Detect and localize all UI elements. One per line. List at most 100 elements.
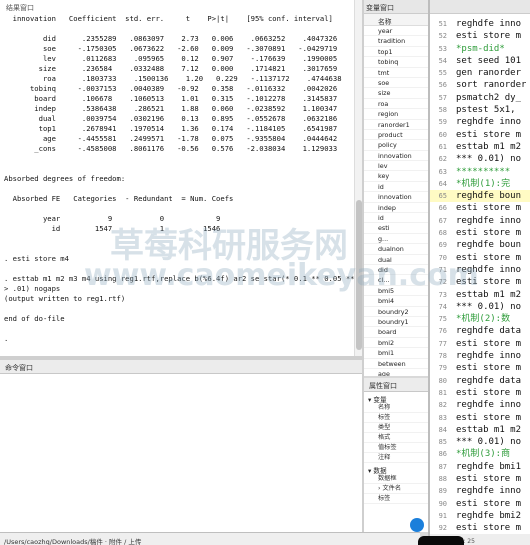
variable-item[interactable]: id [364,213,428,224]
editor-line[interactable]: 78 reghdfe inno [430,350,530,362]
code-text: reghdfe inno [456,117,522,128]
variable-item[interactable]: boundry2 [364,307,428,317]
properties-section[interactable]: ▾ 变量 [364,392,428,404]
editor-line[interactable]: 79 esti store m [430,362,530,374]
code-text: psmatch2 dy_ [456,92,522,103]
variable-item[interactable]: board [364,327,428,338]
editor-line[interactable]: 86 *机制(3):商 [430,448,530,460]
property-row: 格式 [364,433,428,443]
variable-item[interactable]: key [364,171,428,182]
command-window[interactable]: 命令窗口 [0,360,362,532]
editor-line[interactable]: 76 reghdfe data [430,325,530,337]
editor-line[interactable]: 57 psmatch2 dy_ [430,92,530,104]
editor-line[interactable]: 60 esti store m [430,129,530,141]
editor-line[interactable]: 52 esti store m [430,30,530,42]
command-title: 命令窗口 [0,360,362,374]
variable-item[interactable]: boundry1 [364,317,428,328]
editor-line[interactable]: 75 *机制(2):数 [430,313,530,325]
variable-item[interactable]: tobinq [364,57,428,68]
variable-item[interactable]: ranorder1 [364,120,428,130]
editor-line[interactable]: 71 reghdfe inno [430,264,530,276]
line-number: 59 [438,118,447,127]
variable-item[interactable]: dual [364,255,428,265]
editor-line[interactable]: 54 set seed 101 [430,55,530,67]
editor-line[interactable]: 91 reghdfe bmi2 [430,510,530,522]
variable-item[interactable]: product [364,130,428,141]
variable-item[interactable]: bmi2 [364,338,428,349]
editor-line[interactable]: 66 esti store m [430,202,530,214]
results-line: age -.4455581 .2499571 -1.78 0.075 -.935… [4,134,338,143]
editor-line[interactable]: 90 esti store m [430,498,530,510]
variable-item[interactable]: top1 [364,47,428,58]
variable-item[interactable]: g... [364,234,428,245]
editor-line[interactable]: 80 reghdfe data [430,375,530,387]
editor-line[interactable]: 56 sort ranorder [430,79,530,91]
variable-item[interactable]: did [364,265,428,276]
line-number: 82 [438,401,447,410]
variable-item[interactable]: size [364,88,428,99]
editor-line[interactable]: 72 esti store m [430,276,530,288]
editor-line[interactable]: 69 reghdfe boun [430,239,530,251]
editor-line[interactable]: 59 reghdfe inno [430,116,530,128]
editor-line[interactable]: 58 pstest 5x1, [430,104,530,116]
editor-line[interactable]: 61 esttab m1 m2 [430,141,530,153]
variable-item[interactable]: soe [364,78,428,89]
property-row: 值标签 [364,443,428,453]
code-text: *** 0.01) no [456,437,522,448]
variable-item[interactable]: cl... [364,275,428,286]
variable-item[interactable]: tmt [364,68,428,78]
variable-item[interactable]: id [364,182,428,193]
editor-line[interactable]: 64 *机制(1):完 [430,178,530,190]
editor-line[interactable]: 92 esti store m [430,522,530,534]
editor-line[interactable]: 53 *psm-did* [430,43,530,55]
results-line: did .2355289 .0863097 2.73 0.006 .066325… [4,34,338,43]
editor-line[interactable]: 63 ********** [430,166,530,178]
editor-line[interactable]: 70 esti store m [430,252,530,264]
editor-line[interactable]: 82 reghdfe inno [430,399,530,411]
results-line: size .236584 .0332488 7.12 0.000 .171482… [4,64,338,73]
property-row: 类型 [364,423,428,433]
variable-item[interactable]: region [364,109,428,120]
line-number: 73 [438,290,447,299]
variable-item[interactable]: bmi5 [364,286,428,297]
editor-line[interactable]: 55 gen ranorder [430,67,530,79]
editor-line[interactable]: 67 reghdfe inno [430,215,530,227]
editor-line[interactable]: 89 reghdfe inno [430,485,530,497]
variable-item[interactable]: esti [364,223,428,234]
editor-line[interactable]: 88 esti store m [430,473,530,485]
results-scrollbar[interactable] [354,0,362,356]
line-number: 52 [438,32,447,41]
editor-line[interactable]: 87 reghdfe bmi1 [430,461,530,473]
line-number: 92 [438,524,447,533]
floating-blue-dot[interactable] [410,518,424,532]
dock-button[interactable] [418,536,464,545]
variable-item[interactable]: between [364,359,428,369]
do-file-editor[interactable]: 51 reghdfe inno 52 esti store m 53 *psm-did* 5… [430,14,530,534]
variable-item[interactable]: lev [364,161,428,172]
variable-item[interactable]: policy [364,140,428,151]
code-text: reghdfe inno [456,351,522,362]
variable-item[interactable]: bmi4 [364,296,428,307]
editor-line[interactable]: 77 esti store m [430,338,530,350]
editor-line[interactable]: 62 *** 0.01) no [430,153,530,165]
editor-line[interactable]: 85 *** 0.01) no [430,436,530,448]
variable-item[interactable]: roa [364,99,428,110]
editor-line[interactable]: 74 *** 0.01) no [430,301,530,313]
editor-line[interactable]: 83 esti store m [430,412,530,424]
editor-line[interactable]: 65 reghdfe boun [430,190,530,203]
variable-item[interactable]: age [364,369,428,376]
variable-item[interactable]: innovation [364,151,428,162]
variable-item[interactable]: year [364,26,428,37]
editor-line[interactable]: 81 esti store m [430,387,530,399]
variable-item[interactable]: indep [364,203,428,214]
variable-item[interactable]: bmi1 [364,348,428,359]
variables-header: 名称 [364,14,428,26]
variable-item[interactable]: dualnon [364,244,428,255]
editor-line[interactable]: 73 esttab m1 m2 [430,289,530,301]
variable-item[interactable]: tradition [364,36,428,47]
properties-section[interactable]: ▾ 数据 [364,463,428,475]
editor-line[interactable]: 84 esttab m1 m2 [430,424,530,436]
editor-line[interactable]: 68 esti store m [430,227,530,239]
editor-line[interactable]: 51 reghdfe inno [430,18,530,30]
variable-item[interactable]: innovation [364,192,428,203]
